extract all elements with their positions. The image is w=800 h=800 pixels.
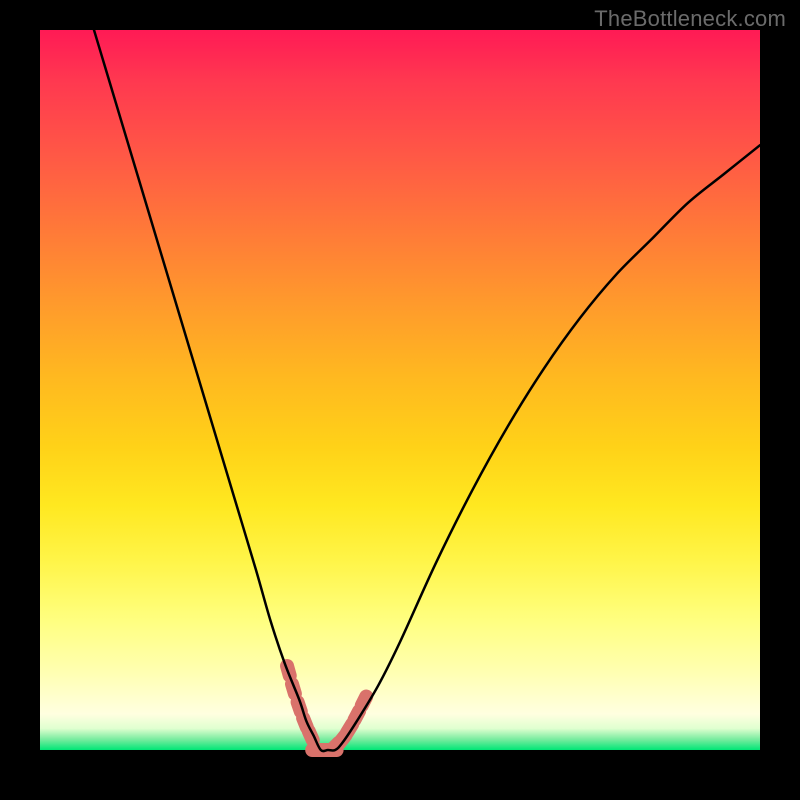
chart-frame: TheBottleneck.com xyxy=(0,0,800,800)
plot-area xyxy=(40,30,760,750)
watermark-text: TheBottleneck.com xyxy=(594,6,786,32)
bottleneck-curve xyxy=(40,0,760,751)
curve-svg xyxy=(40,30,760,750)
highlight-group xyxy=(278,657,375,759)
